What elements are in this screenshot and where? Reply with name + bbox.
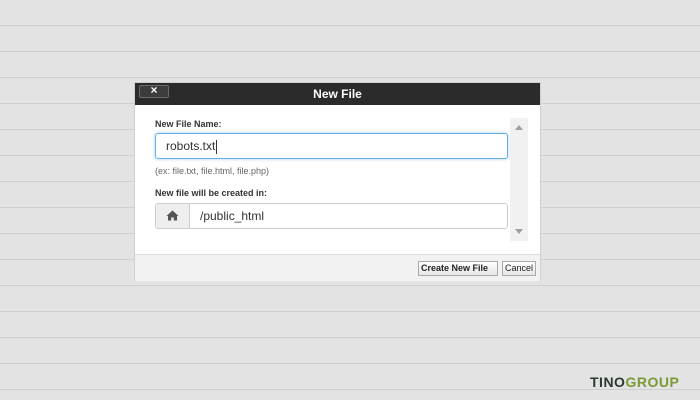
new-file-dialog: New File × New File Name: robots.txt (ex… — [134, 82, 541, 281]
scroll-down-icon[interactable] — [515, 229, 523, 234]
tinogroup-logo: TINOGROUP — [590, 374, 679, 390]
location-field[interactable]: /public_html — [155, 203, 508, 229]
logo-part-2: GROUP — [625, 374, 680, 390]
logo-part-1: TINO — [590, 374, 626, 390]
text-caret — [216, 139, 218, 154]
file-name-value: robots.txt — [166, 139, 216, 153]
file-name-input[interactable]: robots.txt — [155, 133, 508, 159]
scroll-up-icon[interactable] — [515, 125, 523, 130]
dialog-titlebar: New File × — [135, 83, 540, 105]
create-new-file-button[interactable]: Create New File — [418, 261, 498, 276]
location-label: New file will be created in: — [155, 188, 268, 198]
file-name-hint: (ex: file.txt, file.html, file.php) — [155, 166, 270, 176]
dialog-scrollbar[interactable] — [510, 118, 528, 241]
home-icon — [166, 210, 179, 221]
cancel-button[interactable]: Cancel — [502, 261, 536, 276]
dialog-footer: Create New File Cancel — [135, 254, 540, 281]
home-icon-addon — [156, 204, 190, 228]
location-value: /public_html — [200, 209, 265, 223]
file-name-label: New File Name: — [155, 119, 222, 129]
dialog-title: New File — [313, 87, 362, 101]
close-button[interactable]: × — [139, 84, 169, 98]
